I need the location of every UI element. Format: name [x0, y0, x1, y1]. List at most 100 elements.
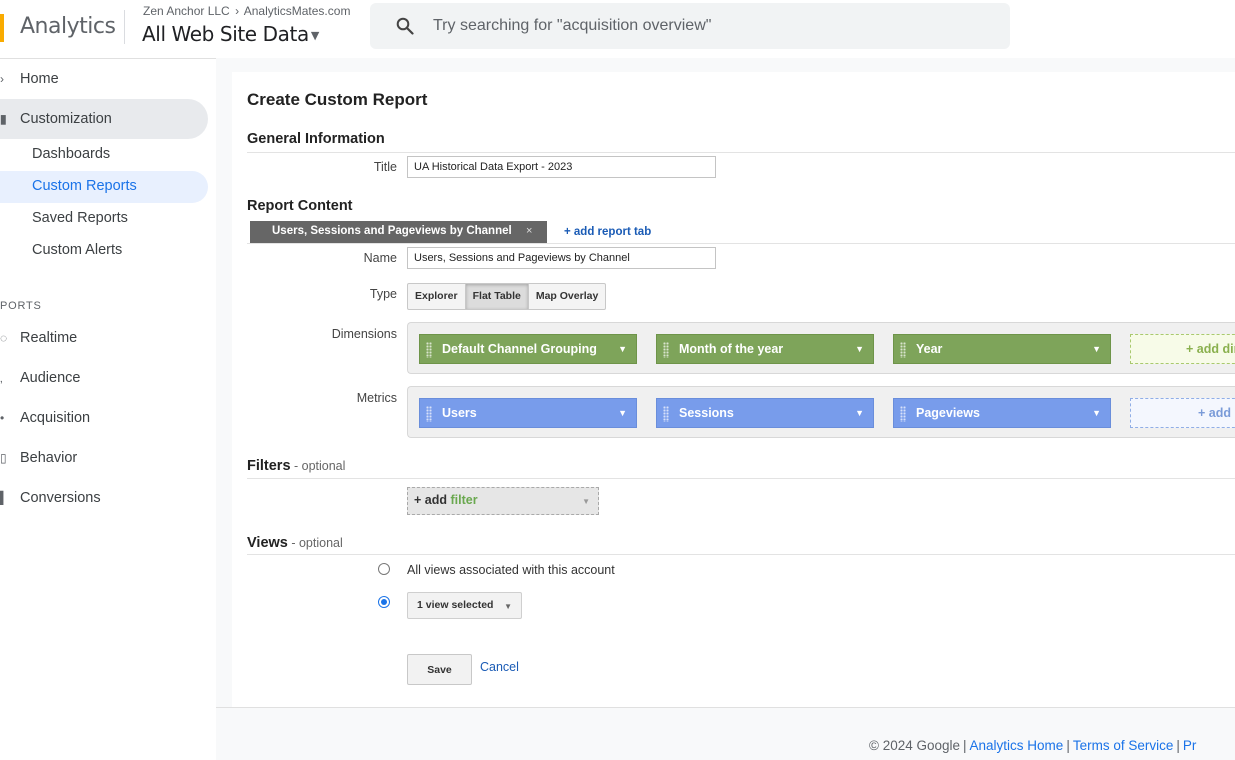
- view-selector[interactable]: All Web Site Data ▼: [142, 22, 319, 46]
- metric-pill[interactable]: Pageviews ▼: [893, 398, 1111, 428]
- customization-icon: ▮: [0, 112, 7, 126]
- view-name: All Web Site Data: [142, 22, 309, 46]
- sidebar-item-dashboards[interactable]: Dashboards: [32, 146, 110, 162]
- page-background: [216, 58, 232, 707]
- views-heading-text: Views: [247, 535, 288, 551]
- drag-handle-icon[interactable]: [663, 406, 669, 422]
- metric-pill[interactable]: Sessions ▼: [656, 398, 874, 428]
- add-dimension-button[interactable]: + add dimension: [1130, 334, 1235, 364]
- optional-tag: - optional: [290, 459, 346, 473]
- chevron-down-icon[interactable]: ▼: [618, 408, 627, 418]
- metrics-well: Users ▼ Sessions ▼ Pageviews ▼ + add met…: [407, 386, 1235, 438]
- dimensions-label: Dimensions: [331, 327, 397, 341]
- search-placeholder: Try searching for "acquisition overview": [433, 17, 712, 34]
- sidebar-item-custom-reports[interactable]: Custom Reports: [32, 178, 137, 194]
- chevron-right-icon: ›: [235, 4, 240, 18]
- section-divider: [247, 554, 1235, 555]
- views-heading: Views - optional: [247, 535, 343, 551]
- metric-name: Users: [442, 406, 477, 420]
- metric-name: Pageviews: [916, 406, 980, 420]
- metric-name: Sessions: [679, 406, 734, 420]
- footer-link-analytics-home[interactable]: Analytics Home: [970, 738, 1064, 753]
- dimension-pill[interactable]: Month of the year ▼: [656, 334, 874, 364]
- sidebar-item-label: Conversions: [20, 490, 101, 506]
- all-views-label: All views associated with this account: [407, 563, 615, 577]
- sidebar: › Home ▮ Customization Dashboards Custom…: [0, 58, 216, 760]
- chevron-down-icon[interactable]: ▼: [855, 344, 864, 354]
- add-filter-word: filter: [450, 493, 478, 507]
- caret-down-icon: ▼: [310, 29, 319, 42]
- page-background: [216, 58, 1235, 72]
- name-input[interactable]: Users, Sessions and Pageviews by Channel: [407, 247, 716, 269]
- dimension-name: Month of the year: [679, 342, 784, 356]
- dimension-pill[interactable]: Year ▼: [893, 334, 1111, 364]
- chevron-down-icon[interactable]: ▼: [1092, 344, 1101, 354]
- add-filter-prefix: + add: [414, 493, 451, 507]
- section-divider: [247, 243, 1235, 244]
- header-divider: [124, 10, 125, 44]
- sidebar-item-label: Audience: [20, 370, 81, 386]
- search-bar[interactable]: Try searching for "acquisition overview": [370, 3, 1010, 49]
- home-icon: ›: [0, 72, 4, 86]
- title-input[interactable]: UA Historical Data Export - 2023: [407, 156, 716, 178]
- acquisition-icon: •: [0, 411, 5, 425]
- add-report-tab-link[interactable]: + add report tab: [564, 226, 651, 238]
- footer-link-terms[interactable]: Terms of Service: [1073, 738, 1174, 753]
- add-filter-dropdown[interactable]: + add filter ▼: [407, 487, 599, 515]
- report-tab-label: Users, Sessions and Pageviews by Channel: [272, 225, 512, 237]
- chevron-down-icon[interactable]: ▼: [618, 344, 627, 354]
- sidebar-item-label: Home: [20, 71, 59, 87]
- drag-handle-icon[interactable]: [900, 406, 906, 422]
- metric-pill[interactable]: Users ▼: [419, 398, 637, 428]
- sidebar-item-label: Behavior: [20, 450, 78, 466]
- close-icon[interactable]: ×: [526, 225, 532, 237]
- sidebar-item-label: Acquisition: [20, 410, 91, 426]
- copyright: © 2024 Google: [869, 738, 961, 753]
- filters-heading-text: Filters: [247, 458, 291, 474]
- dimensions-well: Default Channel Grouping ▼ Month of the …: [407, 322, 1235, 374]
- type-label: Type: [369, 287, 397, 301]
- dimension-name: Year: [916, 342, 943, 356]
- title-label: Title: [373, 160, 397, 174]
- view-select-value: 1 view selected: [417, 599, 494, 611]
- cancel-link[interactable]: Cancel: [480, 660, 519, 674]
- clock-icon: ◌: [0, 331, 8, 345]
- optional-tag: - optional: [287, 536, 343, 550]
- analytics-logo-icon: [0, 14, 4, 42]
- footer-link-privacy[interactable]: Pr: [1183, 738, 1197, 753]
- flag-icon: ▍: [0, 491, 10, 505]
- drag-handle-icon[interactable]: [426, 342, 432, 358]
- drag-handle-icon[interactable]: [900, 342, 906, 358]
- sidebar-item-saved-reports[interactable]: Saved Reports: [32, 210, 128, 226]
- chevron-down-icon[interactable]: ▼: [855, 408, 864, 418]
- type-flat-table-button[interactable]: Flat Table: [465, 284, 529, 309]
- footer-separator: |: [1176, 738, 1180, 753]
- drag-handle-icon[interactable]: [663, 342, 669, 358]
- report-tab[interactable]: Users, Sessions and Pageviews by Channel…: [250, 221, 547, 243]
- all-views-radio[interactable]: [378, 563, 390, 575]
- save-button[interactable]: Save: [407, 654, 472, 685]
- sidebar-divider: [0, 58, 216, 59]
- account-name: Zen Anchor LLC: [143, 4, 230, 18]
- name-label: Name: [363, 251, 397, 265]
- top-bar: Analytics Zen Anchor LLC › AnalyticsMate…: [0, 0, 1235, 58]
- chevron-down-icon: ▼: [504, 602, 512, 611]
- chevron-down-icon[interactable]: ▼: [1092, 408, 1101, 418]
- account-breadcrumb[interactable]: Zen Anchor LLC › AnalyticsMates.com: [143, 4, 350, 18]
- add-metric-button[interactable]: + add metric: [1130, 398, 1235, 428]
- reports-section-label: PORTS: [0, 300, 42, 312]
- report-content-heading: Report Content: [247, 198, 353, 214]
- view-select-dropdown[interactable]: 1 view selected ▼: [407, 592, 522, 619]
- drag-handle-icon[interactable]: [426, 406, 432, 422]
- behavior-icon: ▯: [0, 451, 7, 465]
- sidebar-item-label: Realtime: [20, 330, 78, 346]
- sidebar-item-custom-alerts[interactable]: Custom Alerts: [32, 242, 122, 258]
- general-information-heading: General Information: [247, 131, 385, 147]
- person-icon: ‚: [0, 371, 3, 385]
- section-divider: [247, 152, 1235, 153]
- footer-separator: |: [963, 738, 967, 753]
- type-explorer-button[interactable]: Explorer: [408, 284, 466, 309]
- type-map-overlay-button[interactable]: Map Overlay: [529, 284, 605, 309]
- dimension-pill[interactable]: Default Channel Grouping ▼: [419, 334, 637, 364]
- selected-views-radio[interactable]: [378, 596, 390, 608]
